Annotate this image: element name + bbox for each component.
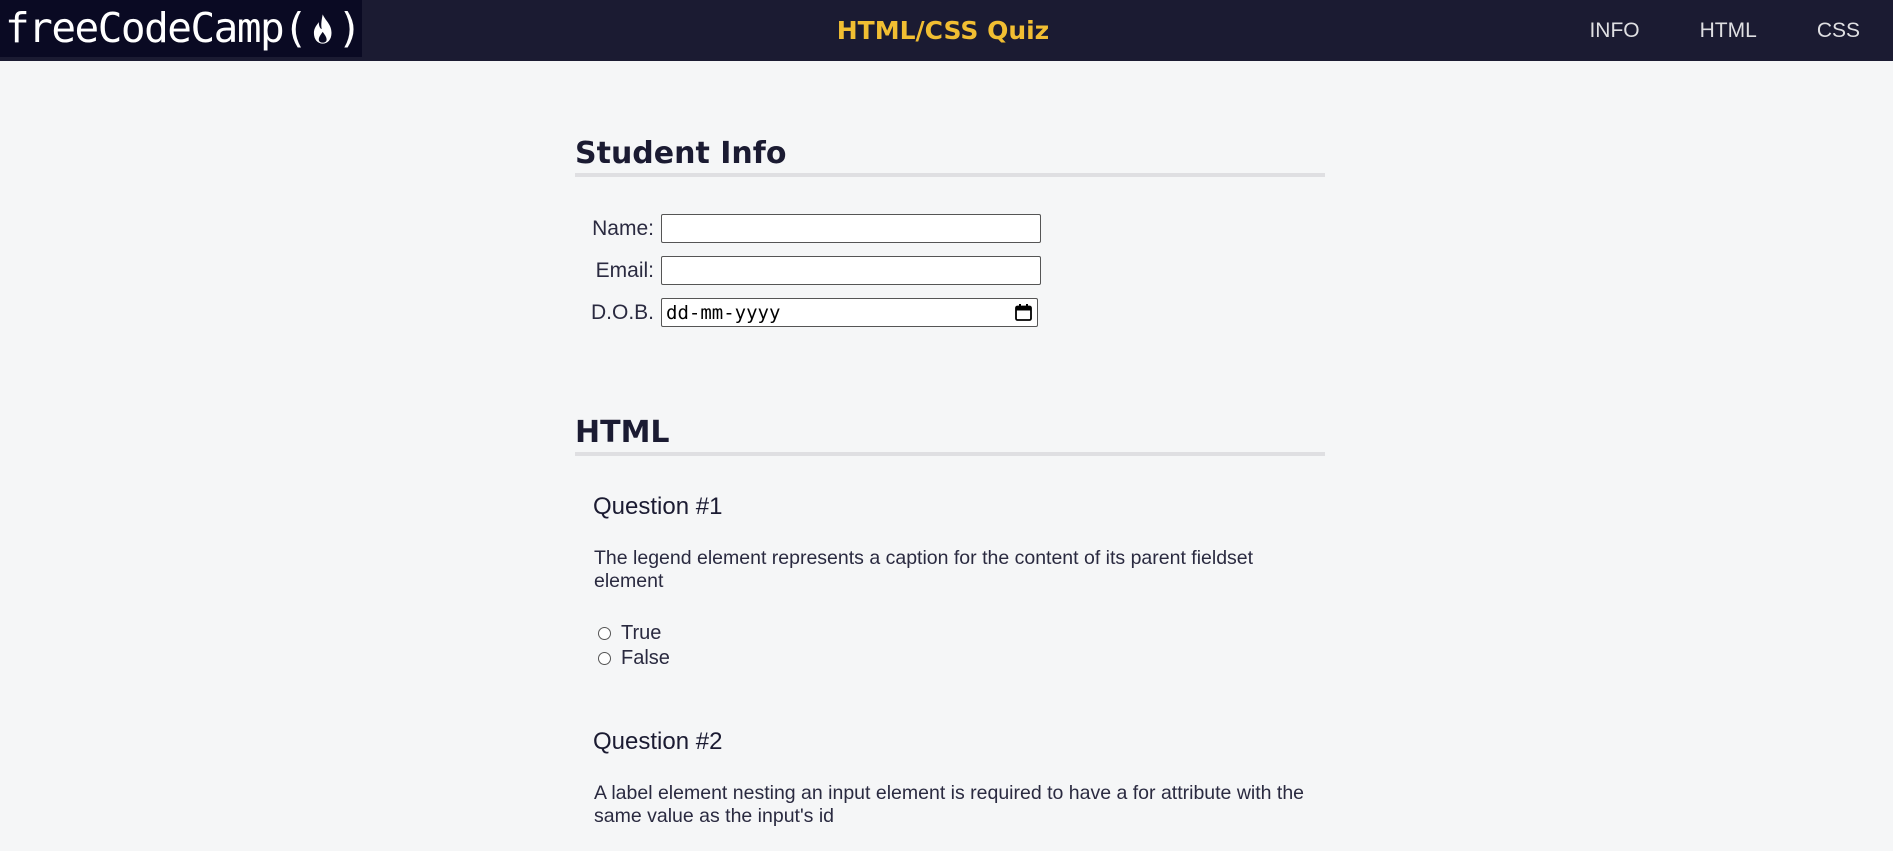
- nav-link-css[interactable]: CSS: [1817, 19, 1860, 43]
- name-label: Name:: [592, 216, 654, 240]
- freecodecamp-logo[interactable]: freeCodeCamp ( ): [0, 0, 362, 57]
- nav-link-info[interactable]: INFO: [1589, 19, 1639, 43]
- email-label: Email:: [595, 258, 654, 282]
- logo-close-paren: ): [337, 4, 362, 52]
- name-input[interactable]: [661, 214, 1041, 243]
- section-heading-student-info: Student Info: [575, 136, 1325, 177]
- question-2-text: A label element nesting an input element…: [594, 782, 1305, 827]
- dob-field-row: D.O.B. dd-mm-yyyy: [575, 298, 1038, 327]
- top-nav: INFO HTML CSS: [1529, 0, 1860, 61]
- nav-link-html[interactable]: HTML: [1700, 19, 1757, 43]
- option-label-false: False: [621, 647, 670, 669]
- dob-label: D.O.B.: [590, 300, 654, 324]
- radio-button-true[interactable]: [598, 627, 611, 640]
- logo-text: freeCodeCamp: [5, 4, 285, 52]
- flame-icon: [313, 13, 332, 44]
- question-1-option-false[interactable]: False: [598, 647, 670, 670]
- logo-open-paren: (: [283, 4, 308, 52]
- section-heading-html: HTML: [575, 415, 1325, 456]
- email-field-row: Email:: [575, 256, 1041, 285]
- dob-placeholder: dd-mm-yyyy: [666, 301, 781, 324]
- radio-button-false[interactable]: [598, 652, 611, 665]
- question-1-text: The legend element represents a caption …: [594, 547, 1254, 592]
- option-label-true: True: [621, 622, 662, 644]
- dob-date-input[interactable]: dd-mm-yyyy: [661, 298, 1038, 327]
- question-1-title: Question #1: [593, 493, 723, 520]
- question-1-option-true[interactable]: True: [598, 622, 661, 645]
- calendar-icon[interactable]: [1014, 303, 1033, 322]
- question-2-title: Question #2: [593, 728, 723, 755]
- header-bar: freeCodeCamp ( ) HTML/CSS Quiz INFO HTML…: [0, 0, 1893, 61]
- name-field-row: Name:: [575, 214, 1041, 243]
- email-input[interactable]: [661, 256, 1041, 285]
